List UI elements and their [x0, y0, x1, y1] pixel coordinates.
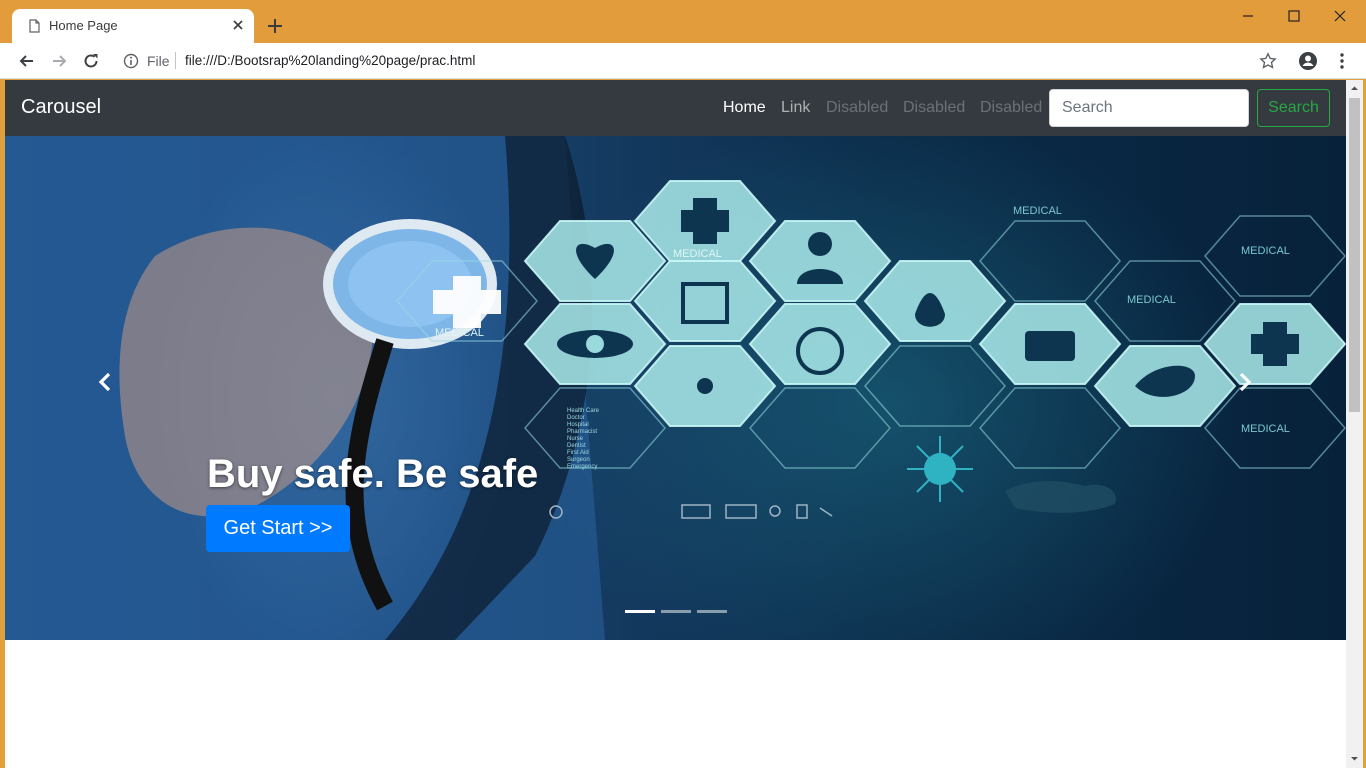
image-label-list: Dentist [567, 443, 586, 449]
image-label-medical: MEDICAL [1241, 245, 1290, 257]
chevron-right-icon[interactable] [1233, 371, 1255, 393]
image-label-list: Hospital [567, 422, 589, 428]
nav-link-disabled: Disabled [826, 99, 889, 116]
image-label-medical: MEDICAL [673, 248, 722, 260]
chevron-left-icon[interactable] [95, 371, 117, 393]
slide-image: MEDICAL MEDICAL MEDICAL MEDICAL MEDICAL … [5, 136, 1346, 640]
hero-title: Buy safe. Be safe [207, 452, 539, 496]
scroll-up-icon[interactable] [1350, 84, 1359, 93]
image-label-medical: MEDICAL [1127, 294, 1176, 306]
browser-tab[interactable]: Home Page [12, 9, 254, 43]
nav-link-link[interactable]: Link [781, 99, 810, 117]
browser-toolbar: File file:///D:/Bootsrap%20landing%20pag… [0, 43, 1366, 79]
search-button[interactable]: Search [1257, 89, 1330, 127]
image-label-list: Surgeon [567, 457, 590, 463]
scrollbar-thumb[interactable] [1349, 98, 1360, 412]
maximize-icon[interactable] [1284, 6, 1304, 26]
image-label-list: Emergency [567, 464, 597, 470]
title-bar: Home Page [0, 0, 1366, 43]
vertical-scrollbar[interactable] [1346, 80, 1363, 768]
search-input[interactable] [1049, 89, 1249, 127]
window-close-icon[interactable] [1330, 6, 1350, 26]
hero-carousel: MEDICAL MEDICAL MEDICAL MEDICAL MEDICAL … [5, 136, 1346, 640]
forward-icon[interactable] [49, 51, 69, 71]
image-label-medical: MEDICAL [435, 327, 484, 339]
page-icon [29, 19, 40, 33]
image-label-medical: MEDICAL [1013, 205, 1062, 217]
url-scheme: File [147, 53, 170, 69]
image-label-list: Health Care [567, 408, 600, 414]
star-icon[interactable] [1259, 52, 1277, 70]
carousel-indicator[interactable] [661, 610, 691, 613]
nav-link-disabled: Disabled [903, 99, 966, 116]
reload-icon[interactable] [81, 51, 101, 71]
tab-title: Home Page [49, 18, 118, 33]
menu-icon[interactable] [1332, 51, 1352, 71]
carousel-indicator[interactable] [697, 610, 727, 613]
navbar-brand[interactable]: Carousel [21, 96, 101, 119]
navbar: Carousel Home Link Disabled Disabled Dis… [5, 80, 1346, 136]
plus-icon[interactable] [266, 17, 284, 35]
scroll-down-icon[interactable] [1350, 754, 1359, 763]
minimize-icon[interactable] [1238, 6, 1258, 26]
image-label-list: Pharmacist [567, 429, 597, 435]
image-label-list: Nurse [567, 436, 584, 442]
omnibox-divider [175, 52, 176, 69]
url-text[interactable]: file:///D:/Bootsrap%20landing%20page/pra… [185, 53, 475, 68]
image-label-medical: MEDICAL [1241, 423, 1290, 435]
address-bar[interactable]: File file:///D:/Bootsrap%20landing%20pag… [113, 47, 1288, 75]
get-started-button[interactable]: Get Start >> [206, 505, 350, 552]
nav-link-home[interactable]: Home [723, 99, 766, 117]
image-label-list: First Aid [567, 450, 589, 456]
back-icon[interactable] [17, 51, 37, 71]
account-icon[interactable] [1298, 51, 1318, 71]
page-viewport: Carousel Home Link Disabled Disabled Dis… [5, 80, 1346, 768]
info-icon[interactable] [123, 53, 139, 69]
carousel-indicator-active[interactable] [625, 610, 655, 613]
nav-link-disabled: Disabled [980, 99, 1043, 116]
close-icon[interactable] [231, 18, 245, 32]
image-label-list: Doctor [567, 415, 585, 421]
